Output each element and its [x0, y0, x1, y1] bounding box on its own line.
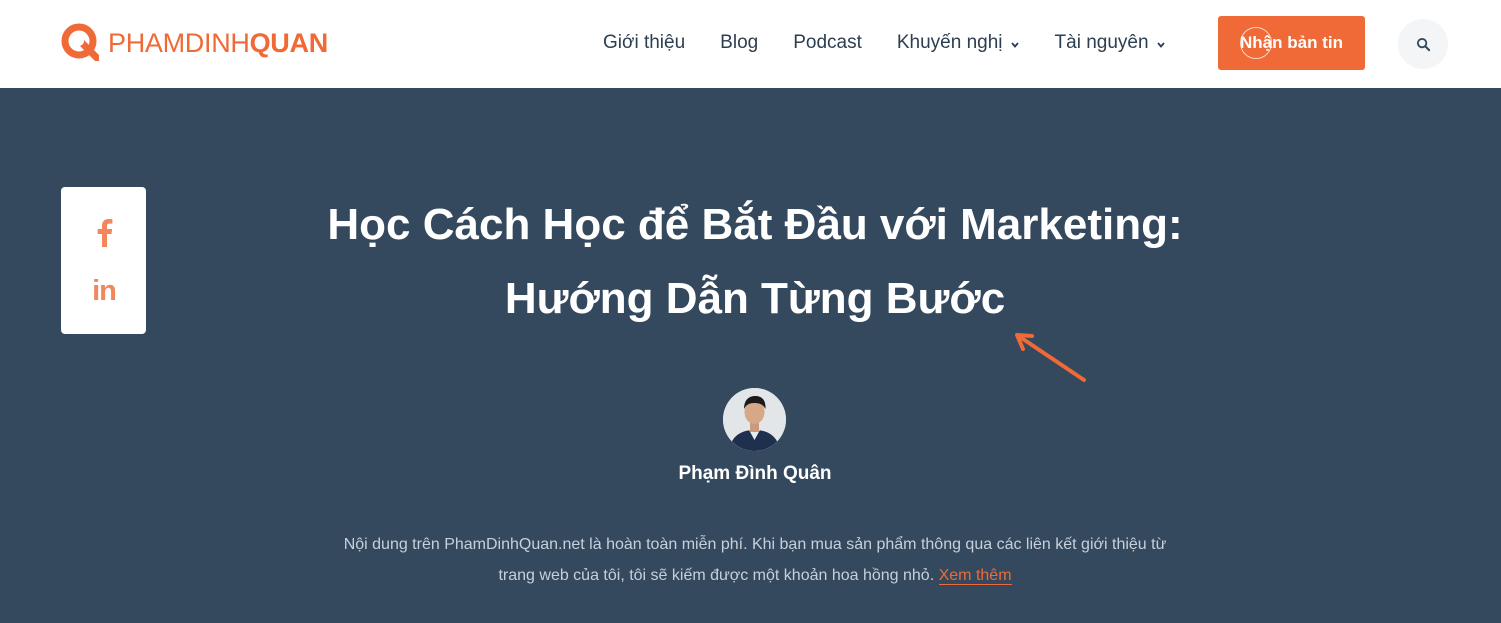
- subscribe-button-label: Nhận bản tin: [1240, 33, 1343, 52]
- linkedin-icon[interactable]: in: [88, 276, 120, 306]
- nav-item-label: Giới thiệu: [603, 32, 686, 53]
- article-title: Học Cách Học để Bắt Đầu với Marketing: H…: [250, 188, 1260, 336]
- nav-item-tai-nguyen[interactable]: Tài nguyên: [1055, 32, 1166, 54]
- search-icon: [1416, 37, 1430, 51]
- main-nav: Giới thiệu Blog Podcast Khuyến nghị Tài …: [603, 30, 1201, 56]
- annotation-arrow-icon: [1015, 333, 1086, 382]
- chevron-down-icon: [1156, 41, 1165, 48]
- author-name[interactable]: Phạm Đình Quân: [600, 463, 910, 485]
- nav-item-khuyen-nghi[interactable]: Khuyến nghị: [897, 32, 1020, 54]
- facebook-icon[interactable]: [93, 217, 115, 247]
- nav-item-gioi-thieu[interactable]: Giới thiệu: [603, 32, 685, 54]
- logo-text-bold: QUAN: [249, 28, 329, 58]
- subscribe-button[interactable]: Nhận bản tin: [1218, 16, 1365, 70]
- share-card: in: [61, 187, 146, 334]
- nav-item-label: Khuyến nghị: [896, 32, 1003, 53]
- title-line-1: Học Cách Học để Bắt Đầu với Marketing:: [327, 200, 1183, 249]
- logo-text-light: PHAMDINH: [108, 28, 250, 58]
- author-avatar[interactable]: [723, 388, 786, 451]
- nav-item-podcast[interactable]: Podcast: [793, 32, 862, 54]
- site-logo[interactable]: PHAMDINHQUAN: [61, 23, 328, 63]
- title-line-2: Hướng Dẫn Từng Bước: [504, 274, 1006, 323]
- affiliate-disclaimer: Nội dung trên PhamDinhQuan.net là hoàn t…: [330, 529, 1180, 591]
- disclaimer-text: Nội dung trên PhamDinhQuan.net là hoàn t…: [343, 536, 1167, 584]
- nav-item-label: Blog: [720, 32, 759, 53]
- logo-wordmark: PHAMDINHQUAN: [108, 23, 328, 63]
- see-more-link[interactable]: Xem thêm: [938, 567, 1012, 585]
- nav-item-label: Podcast: [793, 32, 862, 53]
- search-button[interactable]: [1398, 19, 1448, 69]
- logo-q-icon: [61, 23, 99, 61]
- site-header: PHAMDINHQUAN Giới thiệu Blog Podcast Khu…: [0, 0, 1501, 88]
- nav-item-label: Tài nguyên: [1054, 32, 1149, 53]
- nav-item-blog[interactable]: Blog: [720, 32, 758, 54]
- author-photo: [723, 388, 786, 451]
- chevron-down-icon: [1010, 41, 1019, 48]
